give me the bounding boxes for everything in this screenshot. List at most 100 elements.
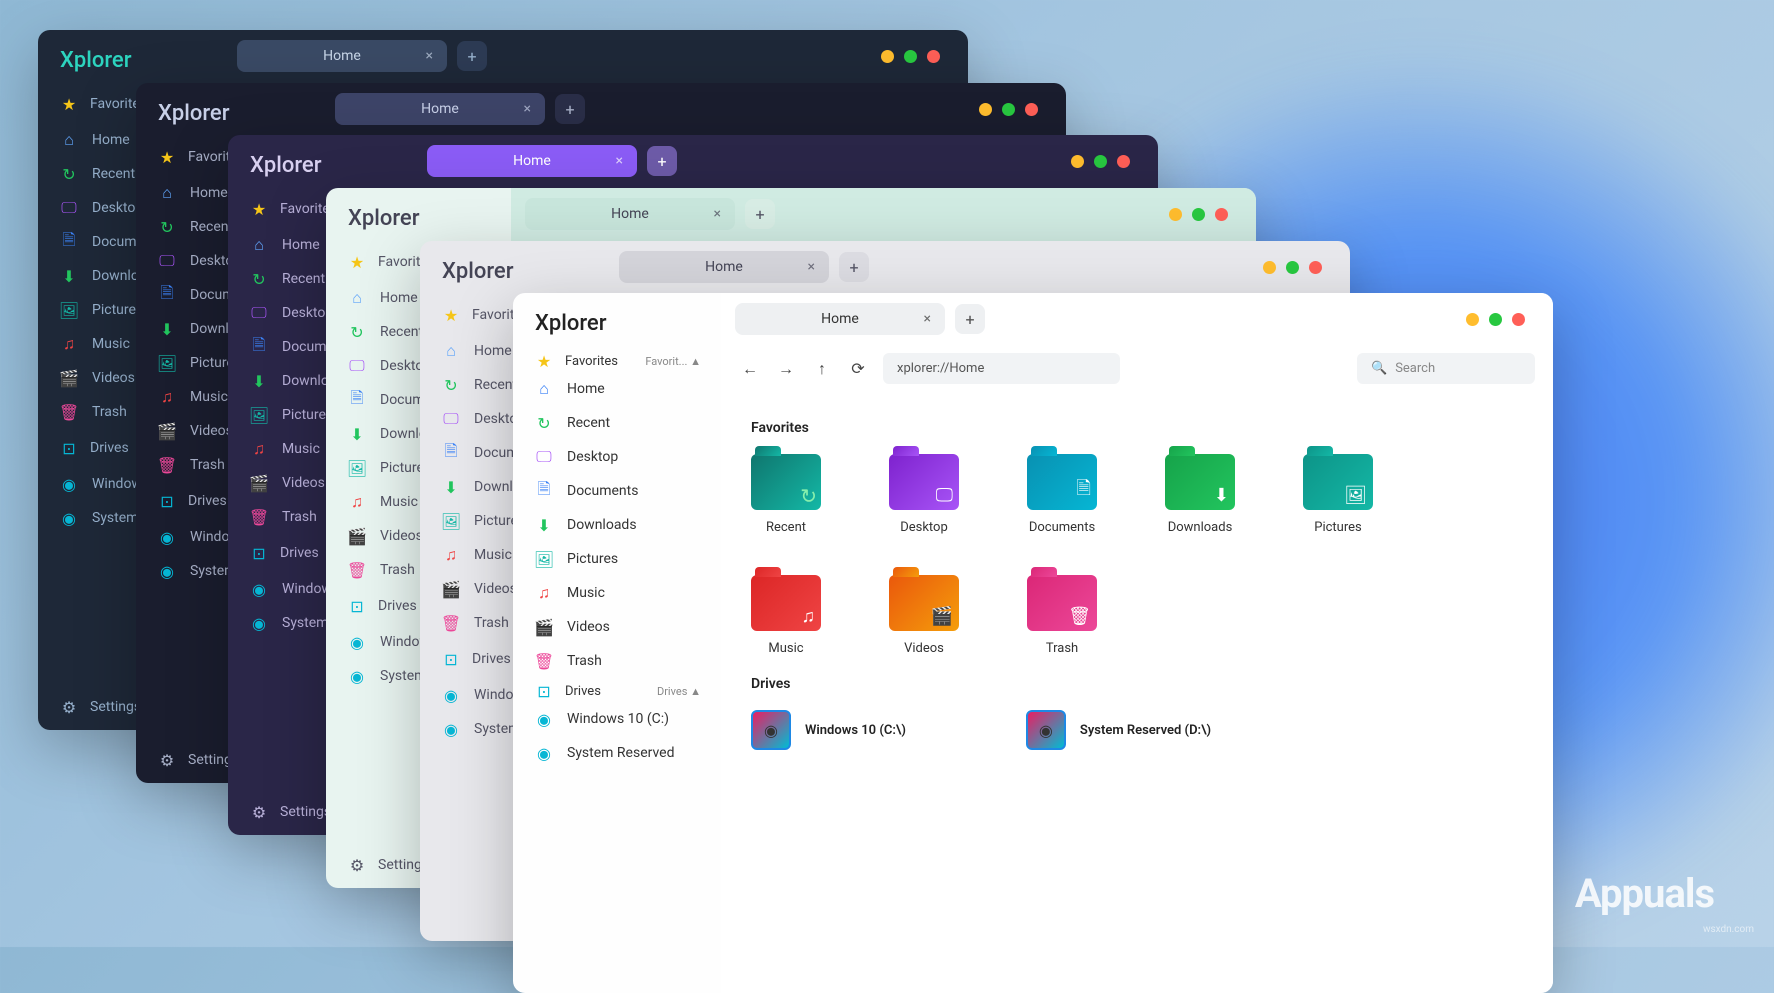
trash-icon: 🗑 [442,614,460,632]
pictures-icon: 🖼 [60,301,78,319]
close-button[interactable] [1025,103,1038,116]
refresh-button[interactable]: ⟳ [847,358,869,380]
maximize-button[interactable] [1489,313,1502,326]
drive-icon: ⊡ [250,544,268,562]
sidebar-item-downloads[interactable]: ⬇Downloads [513,508,721,542]
trash-icon: 🗑 [60,403,78,421]
window-controls [1263,261,1336,274]
close-button[interactable] [927,50,940,63]
tab-home[interactable]: Home× [525,198,735,230]
tile-trash[interactable]: 🗑Trash [1027,575,1097,656]
close-button[interactable] [1117,155,1130,168]
back-button[interactable]: ← [739,358,761,380]
drive-icon: ⊡ [535,682,553,700]
close-icon[interactable]: × [714,206,721,222]
favorites-section-header[interactable]: ★Favorites Favorit... ▲ [513,348,721,372]
sidebar-drive-2[interactable]: ◉System Reserved [513,736,721,770]
add-tab-button[interactable]: + [955,304,985,334]
tab-home[interactable]: Home× [735,303,945,335]
documents-icon: 🗎 [60,233,78,251]
minimize-button[interactable] [881,50,894,63]
sidebar-item-videos[interactable]: 🎬Videos [513,610,721,644]
minimize-button[interactable] [1263,261,1276,274]
sidebar-item-trash[interactable]: 🗑Trash [513,644,721,678]
trash-icon: 🗑 [348,561,366,579]
add-tab-button[interactable]: + [457,41,487,71]
close-icon[interactable]: × [924,311,931,327]
search-input[interactable]: 🔍Search [1357,353,1535,384]
forward-button[interactable]: → [775,358,797,380]
recent-icon: ↻ [158,218,176,236]
minimize-button[interactable] [1071,155,1084,168]
add-tab-button[interactable]: + [839,252,869,282]
close-button[interactable] [1215,208,1228,221]
close-icon[interactable]: × [524,101,531,117]
videos-icon: 🎬 [348,527,366,545]
maximize-button[interactable] [1002,103,1015,116]
up-button[interactable]: ↑ [811,358,833,380]
window-light: Xplorer ★Favorites Favorit... ▲ ⌂Home ↻R… [513,293,1553,993]
drive-d[interactable]: ◉System Reserved (D:\) [1026,710,1211,750]
disk-icon: ◉ [1026,710,1066,750]
star-icon: ★ [442,306,460,324]
drives-section-header[interactable]: ⊡Drives Drives ▲ [513,678,721,702]
sidebar-item-desktop[interactable]: 🖵Desktop [513,440,721,474]
app-logo: Xplorer [228,153,413,190]
favorites-grid-2: ♫Music 🎬Videos 🗑Trash [751,575,1523,656]
tile-documents[interactable]: 🗎Documents [1027,454,1097,535]
drive-icon: ⊡ [348,597,366,615]
window-controls [1466,313,1539,326]
tile-videos[interactable]: 🎬Videos [889,575,959,656]
chevron-up-icon[interactable]: ▲ [690,685,701,698]
tab-home[interactable]: Home× [335,93,545,125]
address-bar[interactable]: xplorer://Home [883,353,1120,384]
tabbar: Home× + [511,188,1256,240]
tile-pictures[interactable]: 🖼Pictures [1303,454,1373,535]
maximize-button[interactable] [1192,208,1205,221]
minimize-button[interactable] [1169,208,1182,221]
add-tab-button[interactable]: + [647,146,677,176]
maximize-button[interactable] [1286,261,1299,274]
sidebar-item-recent[interactable]: ↻Recent [513,406,721,440]
sidebar-drive-1[interactable]: ◉Windows 10 (C:) [513,702,721,736]
minimize-button[interactable] [979,103,992,116]
close-button[interactable] [1309,261,1322,274]
disk-icon: ◉ [250,580,268,598]
pictures-icon: 🖼 [348,459,366,477]
drive-icon: ⊡ [442,650,460,668]
tile-downloads[interactable]: ⬇Downloads [1165,454,1235,535]
close-button[interactable] [1512,313,1525,326]
sidebar-item-documents[interactable]: 🗎Documents [513,474,721,508]
close-icon[interactable]: × [616,153,623,169]
maximize-button[interactable] [1094,155,1107,168]
music-icon: ♫ [158,388,176,406]
gear-icon: ⚙ [158,751,176,769]
add-tab-button[interactable]: + [555,94,585,124]
tile-recent[interactable]: ↻Recent [751,454,821,535]
close-icon[interactable]: × [808,259,815,275]
desktop-icon: 🖵 [158,252,176,270]
chevron-up-icon[interactable]: ▲ [690,355,701,368]
drive-c[interactable]: ◉Windows 10 (C:\) [751,710,906,750]
videos-icon: 🎬 [250,474,268,492]
maximize-button[interactable] [904,50,917,63]
add-tab-button[interactable]: + [745,199,775,229]
window-controls [1071,155,1144,168]
tab-home[interactable]: Home× [427,145,637,177]
sidebar-item-music[interactable]: ♫Music [513,576,721,610]
sidebar-item-home[interactable]: ⌂Home [513,372,721,406]
tile-desktop[interactable]: 🖵Desktop [889,454,959,535]
home-icon: ⌂ [442,342,460,360]
disk-icon: ◉ [60,509,78,527]
tile-music[interactable]: ♫Music [751,575,821,656]
close-icon[interactable]: × [426,48,433,64]
tab-home[interactable]: Home× [237,40,447,72]
desktop-icon: 🖵 [60,199,78,217]
sidebar-item-pictures[interactable]: 🖼Pictures [513,542,721,576]
videos-icon: 🎬 [535,618,553,636]
documents-icon: 🗎 [348,391,366,409]
tabbar: Home× + [413,135,1158,187]
minimize-button[interactable] [1466,313,1479,326]
recent-icon: ↻ [442,376,460,394]
tab-home[interactable]: Home× [619,251,829,283]
